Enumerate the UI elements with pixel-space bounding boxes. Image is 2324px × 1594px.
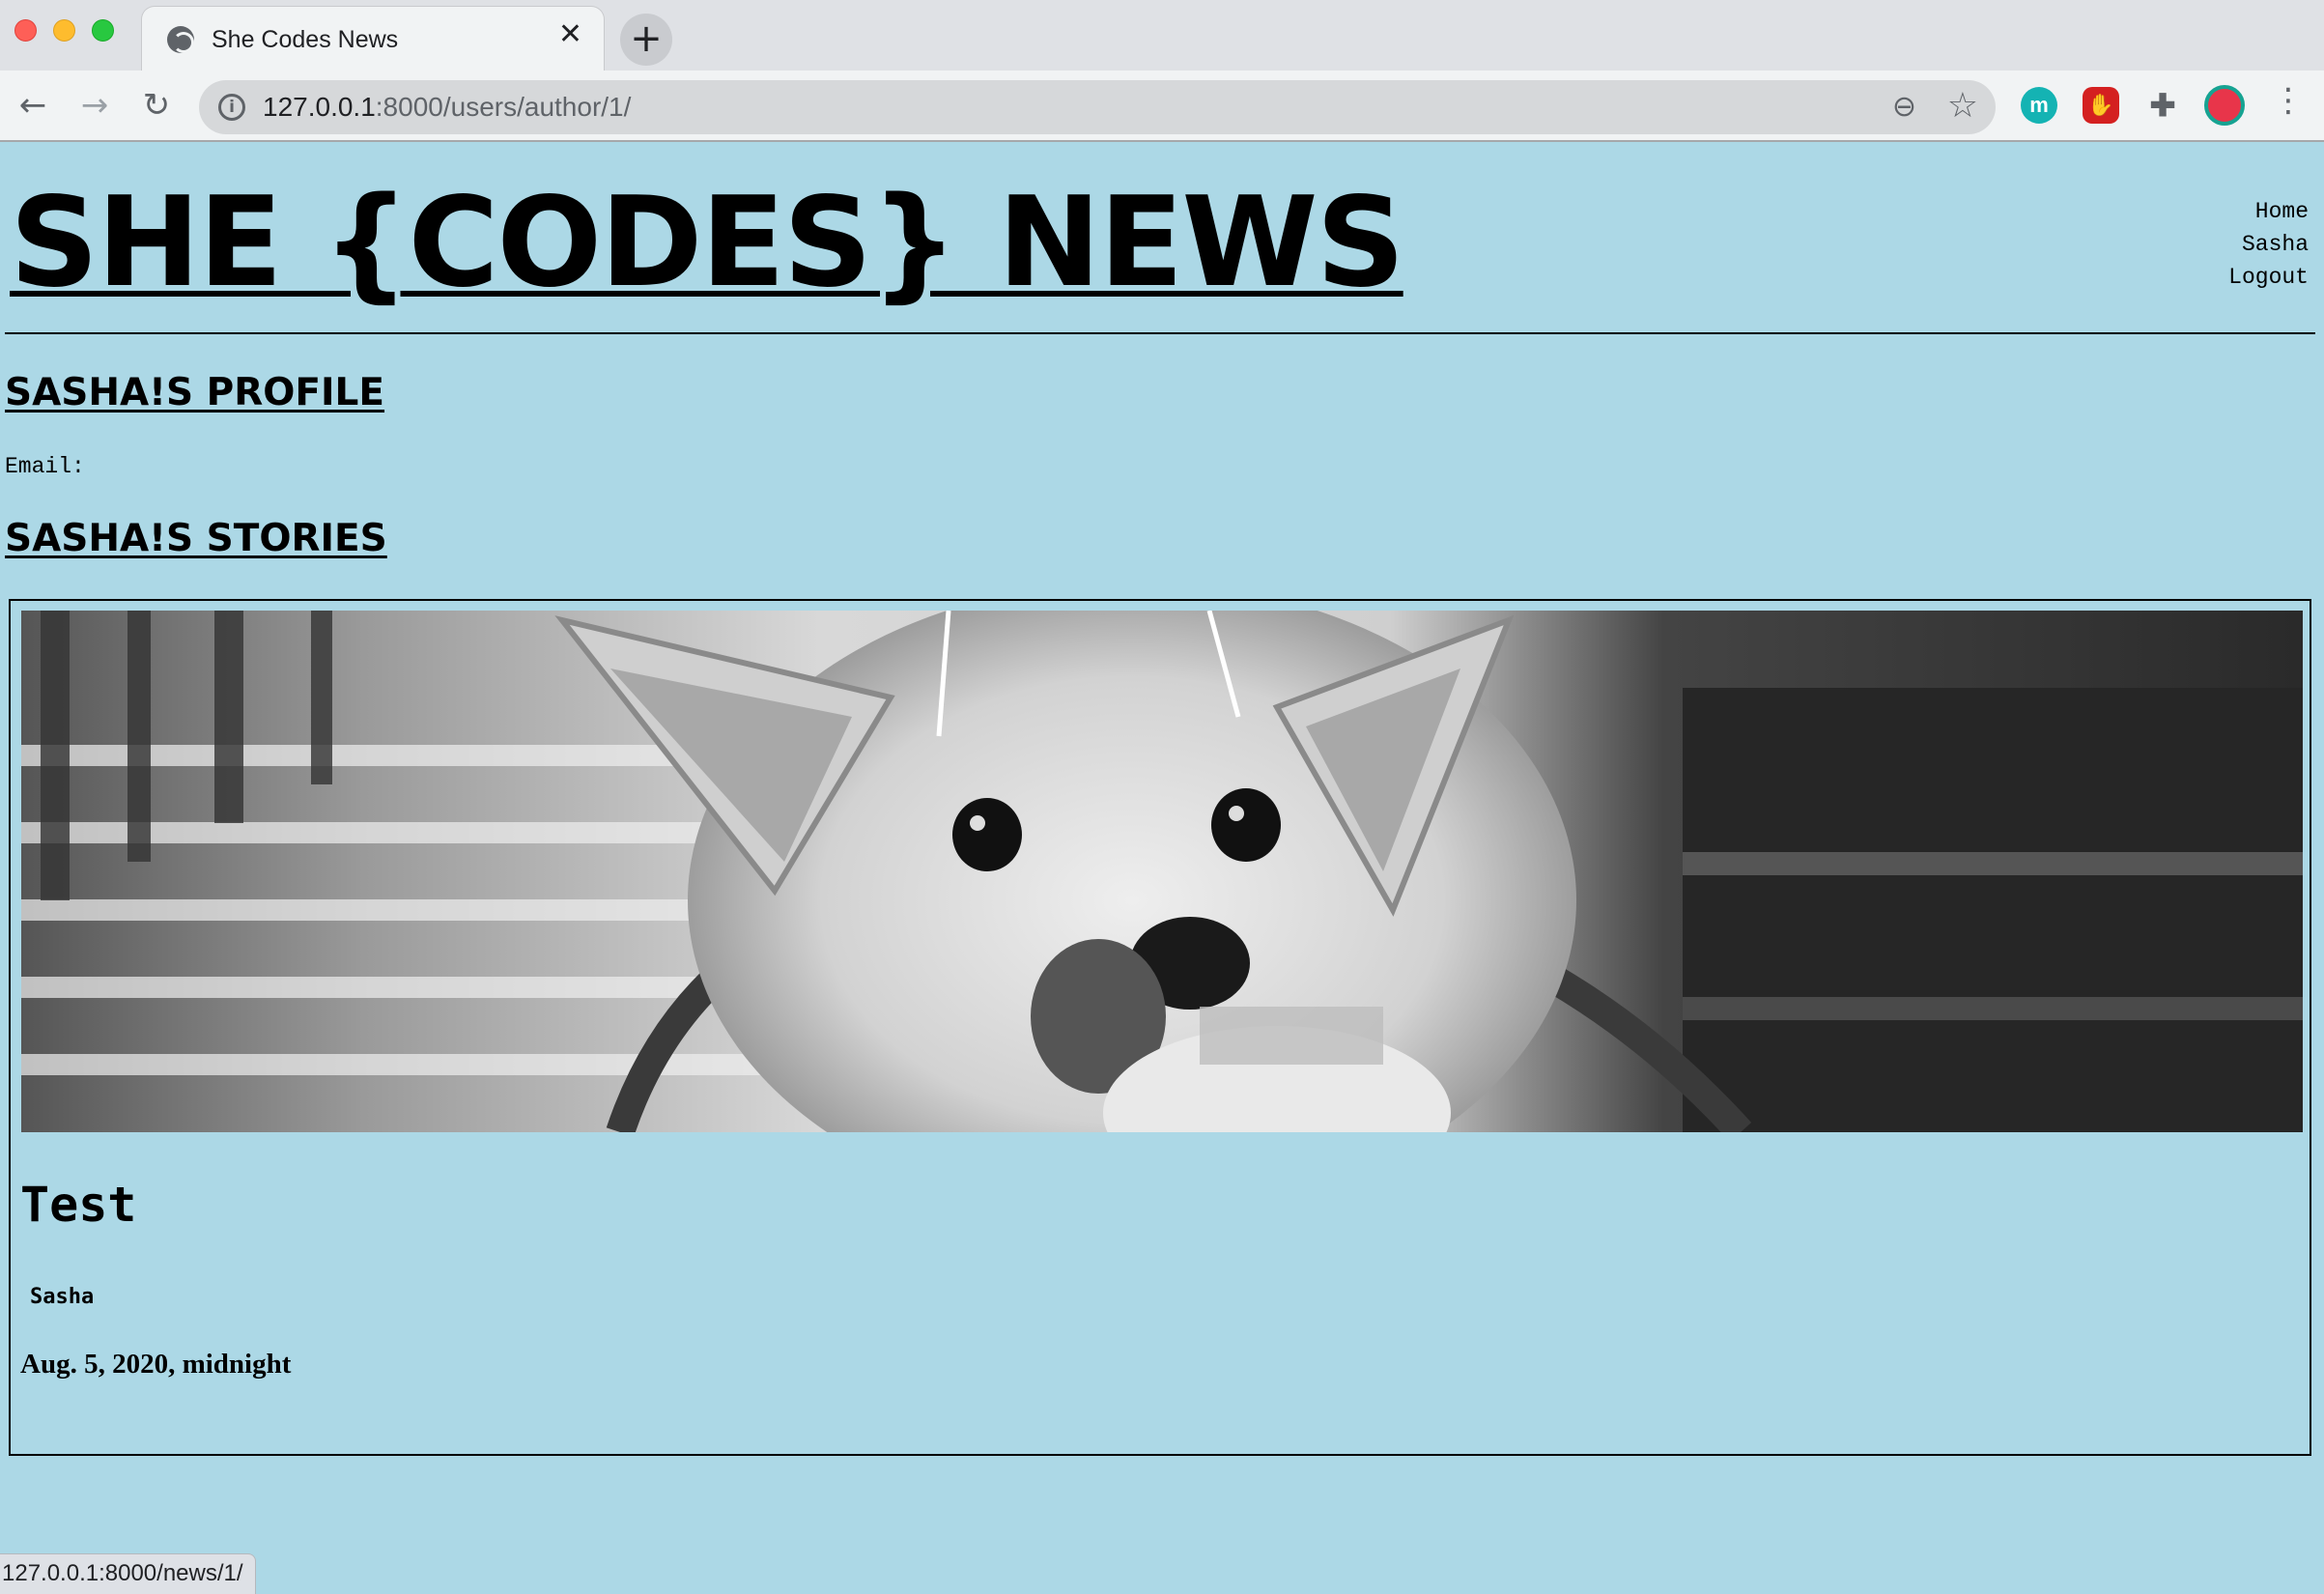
back-arrow-icon[interactable]: ←: [12, 84, 54, 127]
nav-link-home[interactable]: Home: [2228, 195, 2309, 228]
window-zoom-button[interactable]: [92, 19, 114, 42]
tab-close-icon[interactable]: ✕: [558, 20, 582, 49]
email-row: Email:: [5, 454, 95, 479]
stories-heading: SASHA!S STORIES: [5, 517, 387, 560]
info-icon[interactable]: i: [218, 94, 245, 121]
site-title-link[interactable]: SHE {CODES} NEWS: [10, 182, 1405, 305]
email-label: Email:: [5, 454, 85, 479]
nav-link-logout[interactable]: Logout: [2228, 261, 2309, 294]
zoom-out-icon[interactable]: ⊖: [1892, 90, 1916, 124]
extension-m-icon[interactable]: m: [2021, 87, 2057, 124]
header-divider: [5, 332, 2315, 334]
reload-icon[interactable]: ↻: [135, 84, 178, 127]
story-image[interactable]: [21, 611, 2303, 1132]
story-author: Sasha: [30, 1285, 95, 1309]
globe-icon: [167, 26, 194, 53]
url-path: :8000/users/author/1/: [375, 92, 632, 122]
forward-arrow-icon[interactable]: →: [73, 84, 116, 127]
story-image-dog-photo: [21, 611, 2303, 1132]
site-nav: Home Sasha Logout: [2228, 195, 2309, 294]
browser-tab[interactable]: She Codes News ✕: [141, 6, 605, 71]
profile-avatar-icon[interactable]: [2204, 85, 2245, 126]
extensions-puzzle-icon[interactable]: ✚: [2144, 87, 2181, 124]
status-url-tooltip: 127.0.0.1:8000/news/1/: [0, 1553, 256, 1594]
extension-stop-hand-icon[interactable]: ✋: [2083, 87, 2119, 124]
window-minimize-button[interactable]: [53, 19, 75, 42]
story-date: Aug. 5, 2020, midnight: [20, 1349, 292, 1380]
address-bar[interactable]: i 127.0.0.1:8000/users/author/1/ ⊖ ☆: [199, 80, 1996, 134]
tab-title: She Codes News: [212, 26, 399, 53]
story-card[interactable]: Test Sasha Aug. 5, 2020, midnight: [9, 599, 2311, 1456]
nav-link-profile[interactable]: Sasha: [2228, 228, 2309, 261]
url-text[interactable]: 127.0.0.1:8000/users/author/1/: [263, 92, 631, 123]
profile-heading: SASHA!S PROFILE: [5, 371, 385, 414]
browser-menu-icon[interactable]: ⋮: [2272, 84, 2305, 117]
browser-tab-bar: She Codes News ✕ +: [0, 0, 2324, 71]
url-host: 127.0.0.1: [263, 92, 376, 122]
window-close-button[interactable]: [14, 19, 37, 42]
story-title[interactable]: Test: [20, 1177, 136, 1233]
bookmark-star-icon[interactable]: ☆: [1947, 86, 1978, 126]
page-content: SHE {CODES} NEWS Home Sasha Logout SASHA…: [0, 143, 2324, 1594]
browser-toolbar: ← → ↻ i 127.0.0.1:8000/users/author/1/ ⊖…: [0, 71, 2324, 142]
new-tab-button[interactable]: +: [620, 14, 672, 66]
